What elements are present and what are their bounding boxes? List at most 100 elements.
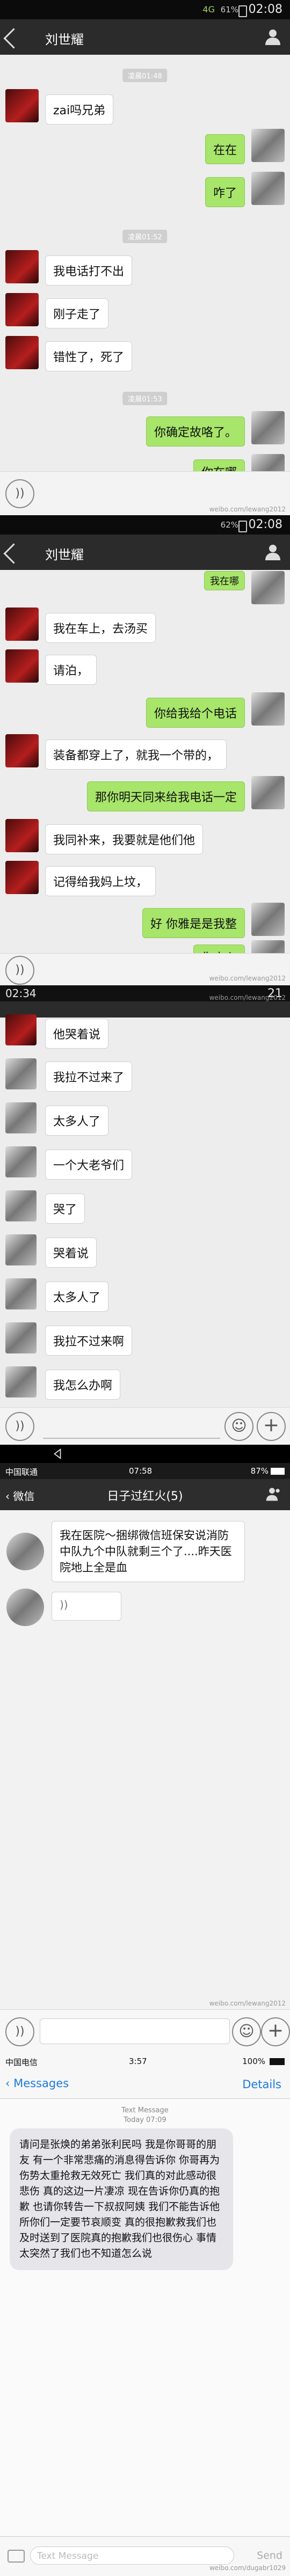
- avatar[interactable]: [5, 1102, 37, 1133]
- chat-screenshot-4: 中国联通 07:58 87% ‹ 微信 日子过红火(5) 我在医院～捆绑微信班保…: [0, 1463, 290, 2053]
- message-bubble: 我在医院～捆绑微信班保安说消防中队九个中队就剩三个了....昨天医院地上全是血: [52, 1521, 245, 1582]
- clock: 3:57: [129, 2057, 147, 2066]
- contact-name: 刘世耀: [45, 547, 84, 562]
- contact-profile-icon[interactable]: [263, 27, 282, 46]
- voice-input-icon[interactable]: )): [5, 956, 34, 985]
- battery-icon: [238, 521, 247, 532]
- sms-bubble: 请问是张焕的弟弟张利民吗 我是你哥哥的朋友 有一个非常悲痛的消息得告诉你 你哥再…: [10, 2128, 233, 2270]
- message-bubble: 他哭着说: [45, 1019, 109, 1049]
- message-bubble: 错性了，死了: [45, 341, 133, 371]
- message-bubble: 我怎么办啊: [45, 1370, 121, 1400]
- contact-name: 刘世耀: [45, 32, 84, 47]
- carrier: 中国联通: [5, 1467, 38, 1477]
- battery-icon: [238, 5, 247, 17]
- message-input[interactable]: [40, 2018, 230, 2044]
- avatar[interactable]: [5, 1234, 37, 1265]
- avatar[interactable]: [251, 903, 285, 936]
- back-arrow-icon[interactable]: [3, 28, 24, 49]
- battery-percent: 100%: [242, 2057, 265, 2066]
- avatar[interactable]: [251, 776, 285, 809]
- message-bubble: 我同补来，我要就是他们他: [45, 824, 204, 854]
- avatar[interactable]: [5, 1014, 37, 1045]
- avatar[interactable]: [5, 336, 39, 369]
- avatar[interactable]: [251, 172, 285, 205]
- message-bubble: 记得给我妈上坟，: [45, 866, 156, 896]
- chat-timestamp: 凌晨01:53: [122, 392, 168, 405]
- voice-input-icon[interactable]: )): [5, 2017, 34, 2046]
- sms-screenshot: 中国电信 3:57 100% ‹ Messages Details Text M…: [0, 2053, 290, 2576]
- avatar[interactable]: [5, 861, 39, 894]
- send-button[interactable]: Send: [257, 2550, 282, 2562]
- message-bubble: 我拉不过来了: [45, 1062, 133, 1092]
- chat-header: 刘世耀: [0, 19, 290, 55]
- navigation-bar: [0, 1445, 290, 1463]
- voice-message[interactable]: )): [52, 1592, 121, 1621]
- avatar[interactable]: [6, 1533, 44, 1570]
- message-bubble: 一个大老爷们: [45, 1150, 133, 1180]
- avatar[interactable]: [5, 734, 39, 767]
- watermark: weibo.com/dugabr1029: [209, 2564, 286, 2572]
- message-bubble: zai吗兄弟: [45, 94, 114, 125]
- message-bubble: 刚子走了: [45, 298, 109, 328]
- plus-icon[interactable]: +: [257, 1412, 286, 1441]
- contact-profile-icon[interactable]: [263, 542, 282, 561]
- avatar[interactable]: [251, 129, 285, 162]
- avatar[interactable]: [5, 1058, 37, 1089]
- message-bubble: 哭着说: [45, 1238, 97, 1268]
- message-bubble: 好 你雅是是我整: [142, 908, 245, 938]
- voice-input-icon[interactable]: )): [5, 479, 34, 508]
- clock: 02:34: [5, 987, 37, 1000]
- message-bubble: 那你明天同来给我电话一定: [86, 781, 245, 811]
- avatar[interactable]: [251, 571, 285, 604]
- message-bubble: 请泊，: [45, 655, 97, 685]
- avatar[interactable]: [5, 819, 39, 852]
- input-bar: )) ☺ +: [0, 2009, 290, 2053]
- battery-percent: 87%: [250, 1466, 269, 1476]
- message-bubble: 太多人了: [45, 1106, 109, 1136]
- message-bubble: 我在车上，去汤买: [45, 613, 156, 643]
- emoji-icon[interactable]: ☺: [232, 2017, 261, 2046]
- back-label: Messages: [13, 2077, 69, 2090]
- avatar[interactable]: [5, 1366, 37, 1397]
- message-bubble: 你给我给个电话: [146, 698, 245, 728]
- back-arrow-icon[interactable]: [3, 543, 24, 564]
- chat-header: 刘世耀: [0, 535, 290, 570]
- status-bar: 4G 61% 02:08: [0, 0, 290, 19]
- avatar[interactable]: [6, 1589, 44, 1626]
- sms-header: ‹ Messages Details: [0, 2069, 290, 2099]
- nav-back-icon[interactable]: [52, 1448, 63, 1460]
- group-title: 日子过红火(5): [107, 1490, 183, 1503]
- avatar[interactable]: [5, 1146, 37, 1177]
- avatar[interactable]: [5, 1190, 37, 1221]
- message-type: Text Message: [121, 2106, 169, 2114]
- details-button[interactable]: Details: [242, 2078, 281, 2091]
- message-bubble: 咋了: [205, 177, 245, 207]
- message-input[interactable]: [43, 1438, 220, 1439]
- avatar[interactable]: [251, 411, 285, 444]
- avatar[interactable]: [5, 293, 39, 326]
- clock: 02:08: [248, 518, 282, 531]
- avatar[interactable]: [5, 89, 39, 122]
- plus-icon[interactable]: +: [261, 2017, 290, 2046]
- avatar[interactable]: [251, 692, 285, 726]
- watermark: weibo.com/lewang2012: [209, 975, 286, 982]
- back-button[interactable]: ‹ Messages: [5, 2077, 69, 2090]
- chat-timestamp: 凌晨01:48: [122, 69, 168, 82]
- message-input[interactable]: Text Message: [30, 2546, 234, 2565]
- avatar[interactable]: [5, 1322, 37, 1353]
- chat-screenshot-3: 02:34 21 他哭着说 我拉不过来了 太多人了 一个大老爷们 哭了 哭着说 …: [0, 985, 290, 1463]
- ios-status-bar: 中国电信 3:57 100%: [0, 2053, 290, 2069]
- avatar[interactable]: [5, 250, 39, 283]
- message-bubble: 你确定故咯了。: [146, 416, 245, 447]
- battery-percent: 62%: [220, 520, 238, 530]
- battery-icon: [271, 1468, 285, 1475]
- camera-icon[interactable]: [8, 2550, 25, 2563]
- avatar[interactable]: [5, 608, 39, 641]
- chat-screenshot-2: 62% 02:08 刘世耀 我在哪 我在车上，去汤买 请泊， 你给我给个电话 装…: [0, 515, 290, 985]
- avatar[interactable]: [5, 1278, 37, 1309]
- avatar[interactable]: [5, 649, 39, 683]
- voice-input-icon[interactable]: )): [5, 1412, 34, 1441]
- message-bubble: 我在哪: [204, 571, 245, 590]
- emoji-icon[interactable]: ☺: [224, 1412, 253, 1441]
- group-members-icon[interactable]: [265, 1485, 282, 1503]
